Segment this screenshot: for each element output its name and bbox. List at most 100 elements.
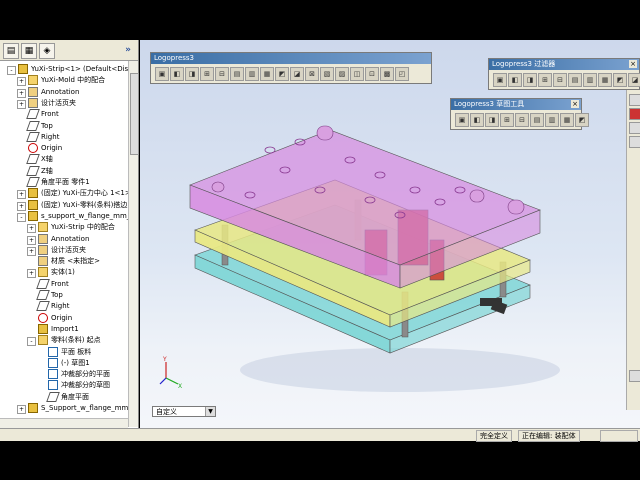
- tree-item[interactable]: Z轴: [26, 165, 53, 177]
- tree-item[interactable]: 冲裁部分的平面: [48, 369, 110, 380]
- explorer-icon[interactable]: [629, 136, 640, 148]
- tree-item[interactable]: 平面 板料: [48, 346, 91, 358]
- toolbar-button[interactable]: ▥: [583, 73, 597, 87]
- toolbar-button[interactable]: ⊞: [538, 73, 552, 87]
- tree-item[interactable]: Right: [26, 131, 59, 143]
- tree-item[interactable]: Front: [36, 278, 69, 290]
- toolbar-button[interactable]: ⊞: [200, 67, 214, 81]
- toolbar-button[interactable]: ⊡: [365, 67, 379, 81]
- toolbar-button[interactable]: ⊟: [553, 73, 567, 87]
- toolbar-button[interactable]: ◰: [395, 67, 409, 81]
- toolbar-button[interactable]: ◧: [170, 67, 184, 81]
- expand-icon[interactable]: +: [17, 88, 26, 98]
- feature-manager-tab[interactable]: ▤: [3, 43, 19, 59]
- tree-item[interactable]: Import1: [38, 323, 79, 335]
- tree-vertical-scrollbar[interactable]: [128, 61, 139, 427]
- expand-icon[interactable]: +: [17, 405, 26, 414]
- scrollbar-thumb[interactable]: [130, 73, 139, 155]
- toolbar-button[interactable]: ▣: [455, 113, 469, 127]
- view-palette-icon[interactable]: [629, 370, 640, 382]
- toolbar-button[interactable]: ▩: [380, 67, 394, 81]
- tree-item-label: 实体(1): [51, 268, 75, 277]
- chevron-down-icon[interactable]: ▼: [205, 407, 215, 416]
- collapse-icon[interactable]: -: [27, 337, 36, 347]
- toolbar-button[interactable]: ◩: [275, 67, 289, 81]
- tree-item-label: 设计活页夹: [41, 98, 76, 107]
- panel-collapse-icon[interactable]: »: [122, 43, 134, 57]
- tree-item[interactable]: Origin: [28, 143, 62, 154]
- tree-item[interactable]: + S_Support_w_flange_mm<1: [17, 403, 128, 414]
- toolbar-button[interactable]: ▣: [493, 73, 507, 87]
- toolbar-button[interactable]: ◫: [350, 67, 364, 81]
- toolbar-button[interactable]: ◧: [470, 113, 484, 127]
- toolbar-button[interactable]: ⊞: [500, 113, 514, 127]
- tree-item[interactable]: Origin: [38, 312, 72, 324]
- toolbar-button[interactable]: ▤: [230, 67, 244, 81]
- tree-item[interactable]: 角度平面 零件1: [26, 177, 90, 188]
- tree-item[interactable]: X轴: [26, 154, 53, 165]
- resources-icon[interactable]: [629, 108, 640, 120]
- tree-item[interactable]: + 实体(1): [27, 267, 75, 279]
- collapse-icon[interactable]: -: [7, 66, 16, 75]
- toolbar-button[interactable]: ⊠: [305, 67, 319, 81]
- tree-item[interactable]: + (固定) YuXi-压力中心 1<1>: [17, 188, 128, 200]
- tree-item[interactable]: + Annotation: [17, 86, 79, 98]
- toolbar-button[interactable]: ▤: [530, 113, 544, 127]
- tree-item[interactable]: + YuXi-Strip 中的配合: [27, 222, 115, 234]
- toolbar-button[interactable]: ▦: [598, 73, 612, 87]
- configuration-dropdown[interactable]: 自定义 ▼: [152, 406, 216, 417]
- expand-icon[interactable]: +: [17, 190, 26, 200]
- tree-horizontal-scrollbar[interactable]: [0, 418, 128, 428]
- part-icon: [28, 199, 38, 210]
- toolbar-button[interactable]: ◪: [628, 73, 640, 87]
- tree-item[interactable]: + YuXi-Mold 中的配合: [17, 75, 105, 87]
- expand-icon[interactable]: +: [27, 235, 36, 245]
- toolbar-button[interactable]: ◨: [485, 113, 499, 127]
- toolbar-button[interactable]: ▥: [245, 67, 259, 81]
- toolbar-button[interactable]: ▤: [568, 73, 582, 87]
- tree-item[interactable]: Front: [26, 109, 59, 120]
- close-icon[interactable]: ×: [629, 60, 637, 68]
- tree-item[interactable]: - s_support_w_flange_mm_fc: [17, 210, 128, 222]
- toolbar-button[interactable]: ⊟: [215, 67, 229, 81]
- toolbar-button[interactable]: ▧: [320, 67, 334, 81]
- toolbar-button[interactable]: ◨: [185, 67, 199, 81]
- toolbar-button[interactable]: ▥: [545, 113, 559, 127]
- expand-icon[interactable]: +: [17, 201, 26, 211]
- toolbar-button[interactable]: ▦: [260, 67, 274, 81]
- expand-icon[interactable]: +: [17, 99, 26, 109]
- toolbar-button[interactable]: ◨: [523, 73, 537, 87]
- library-icon[interactable]: [629, 122, 640, 134]
- tree-item[interactable]: (-) 草图1: [48, 357, 90, 369]
- expand-icon[interactable]: +: [27, 224, 36, 234]
- tree-item[interactable]: + Annotation: [27, 233, 89, 245]
- tree-item[interactable]: + 设计活页夹: [17, 97, 76, 109]
- expand-icon[interactable]: +: [17, 77, 26, 87]
- tree-item[interactable]: 角度平面: [46, 391, 89, 403]
- tree-item[interactable]: Top: [26, 120, 53, 132]
- status-help[interactable]: [600, 430, 638, 442]
- property-manager-tab[interactable]: ▦: [21, 43, 37, 59]
- tree-item[interactable]: Right: [36, 301, 69, 312]
- toolbar-button[interactable]: ◩: [613, 73, 627, 87]
- configuration-manager-tab[interactable]: ◈: [39, 43, 55, 59]
- tree-item[interactable]: - 零料(条料) 起点: [27, 335, 101, 347]
- tree-item[interactable]: - YuXi-Strip<1> (Default<Display: [7, 64, 128, 75]
- close-icon[interactable]: ×: [571, 100, 579, 108]
- toolbar-button[interactable]: ▣: [155, 67, 169, 81]
- toolbar-button[interactable]: ◧: [508, 73, 522, 87]
- tree-item[interactable]: Top: [36, 290, 63, 301]
- tree-item[interactable]: + 设计活页夹: [27, 244, 86, 256]
- tree-item[interactable]: 冲裁部分的草图: [48, 380, 110, 391]
- toolbar-button[interactable]: ▦: [560, 113, 574, 127]
- toolbar-button[interactable]: ⊟: [515, 113, 529, 127]
- tree-item[interactable]: + (固定) YuXi-零料(条料)搭边: [17, 199, 127, 211]
- tree-item[interactable]: 材质 <未指定>: [38, 256, 100, 267]
- toolbar-button[interactable]: ▨: [335, 67, 349, 81]
- expand-icon[interactable]: +: [27, 269, 36, 279]
- expand-icon[interactable]: +: [27, 246, 36, 256]
- toolbar-button[interactable]: ◩: [575, 113, 589, 127]
- toolbar-button[interactable]: ◪: [290, 67, 304, 81]
- home-icon[interactable]: [629, 94, 640, 106]
- collapse-icon[interactable]: -: [17, 212, 26, 222]
